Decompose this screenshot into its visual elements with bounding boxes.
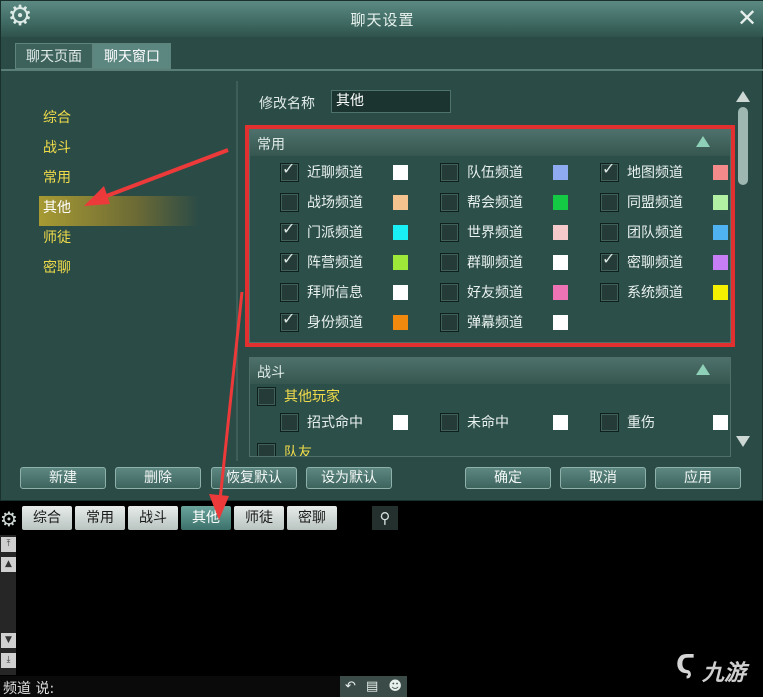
arrow-line: [218, 291, 244, 501]
arrow-line: [95, 148, 229, 202]
annotation-arrows: [84, 148, 244, 520]
arrow-head: [209, 494, 229, 520]
arrow-head: [84, 186, 110, 206]
